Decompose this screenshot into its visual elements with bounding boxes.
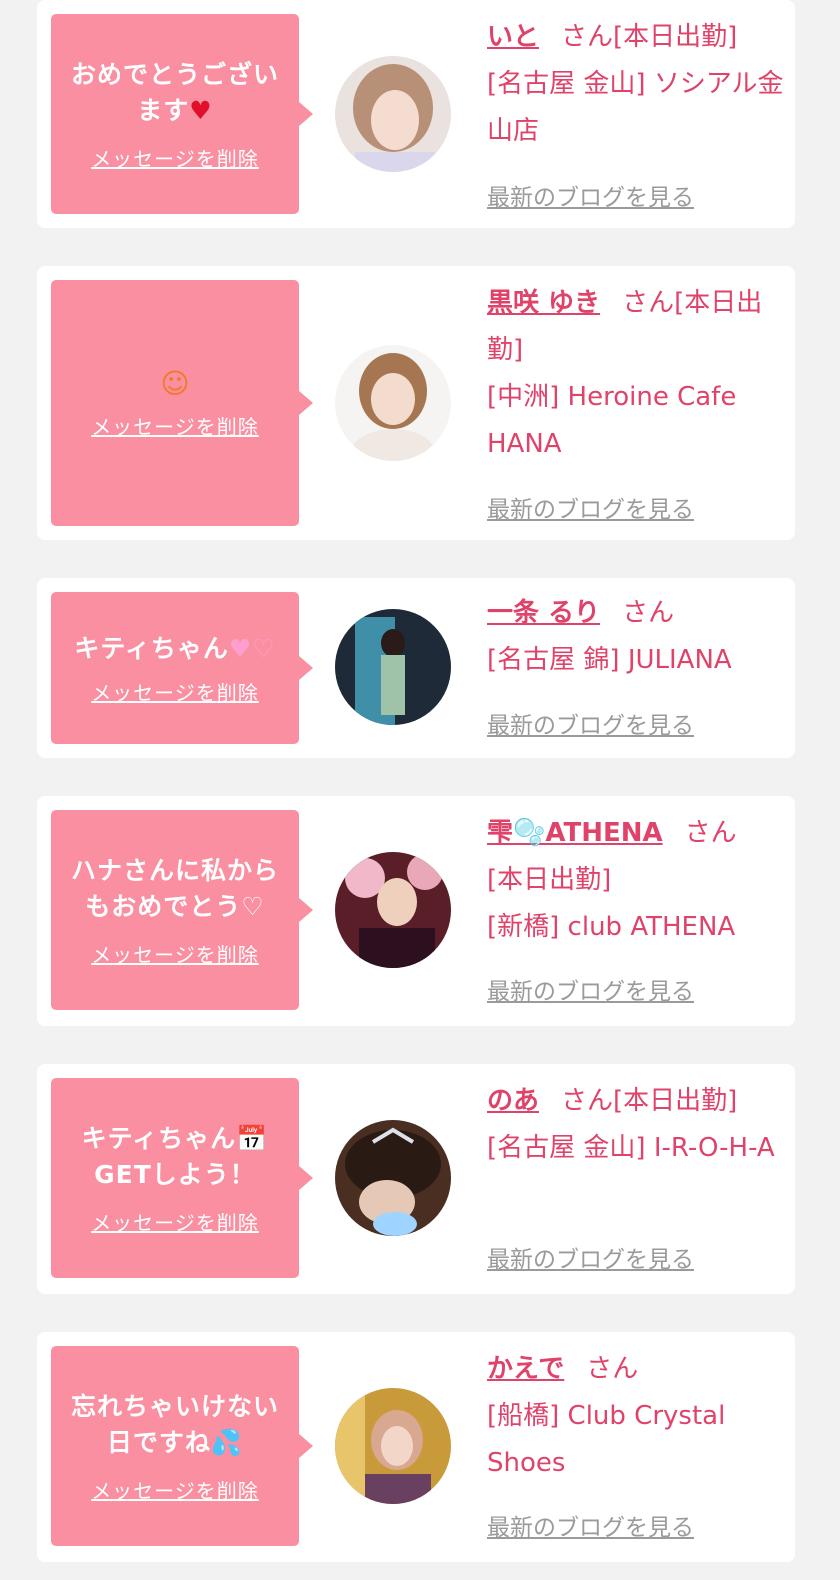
message-card: ☺ メッセージを削除 黒咲 ゆき さん[本日出勤] [中洲] Heroine Ca…	[37, 266, 795, 540]
latest-blog-link[interactable]: 最新のブログを見る	[487, 490, 694, 524]
cast-info: 黒咲 ゆき さん[本日出勤] [中洲] Heroine Cafe HANA	[487, 280, 787, 468]
heart-icon: ♥♡	[228, 633, 276, 663]
cast-info: 雫🫧ATHENA さん [本日出勤] [新橋] club ATHENA	[487, 810, 787, 951]
honorific: さん	[684, 818, 737, 848]
delete-message-link[interactable]: メッセージを削除	[91, 1475, 259, 1504]
message-bubble: キティちゃん♥♡ メッセージを削除	[51, 592, 313, 744]
latest-blog-link[interactable]: 最新のブログを見る	[487, 706, 694, 740]
delete-message-link[interactable]: メッセージを削除	[91, 1207, 259, 1236]
cast-name-link[interactable]: のあ	[487, 1086, 539, 1116]
status-text: [本日出勤]	[613, 1086, 738, 1116]
heart-icon: ♥	[189, 95, 213, 125]
delete-message-link[interactable]: メッセージを削除	[91, 411, 259, 440]
latest-blog-link[interactable]: 最新のブログを見る	[487, 1240, 694, 1274]
cast-name-link[interactable]: 雫🫧ATHENA	[487, 818, 663, 848]
honorific: さん	[622, 598, 675, 628]
latest-blog-link[interactable]: 最新のブログを見る	[487, 178, 694, 212]
message-text: おめでとうござい ます♥	[61, 57, 289, 129]
message-line: 忘れちゃいけない	[70, 1391, 279, 1421]
message-card: キティちゃん📅 GETしよう！ メッセージを削除 のあ さん[本日出勤] [名古屋…	[37, 1064, 795, 1294]
shop-text: [名古屋 金山] ソシアル金山店	[487, 69, 784, 146]
shop-text: [船橋] Club Crystal Shoes	[487, 1401, 726, 1478]
honorific: さん	[561, 22, 614, 52]
message-bubble: キティちゃん📅 GETしよう！ メッセージを削除	[51, 1078, 313, 1278]
latest-blog-link[interactable]: 最新のブログを見る	[487, 1508, 694, 1542]
latest-blog-link[interactable]: 最新のブログを見る	[487, 972, 694, 1006]
cast-info: かえで さん [船橋] Club Crystal Shoes	[487, 1346, 787, 1487]
shop-text: [名古屋 錦] JULIANA	[487, 645, 732, 675]
message-bubble: ☺ メッセージを削除	[51, 280, 313, 526]
avatar[interactable]	[335, 852, 451, 968]
cast-info: のあ さん[本日出勤] [名古屋 金山] I-R-O-H-A	[487, 1078, 787, 1172]
delete-message-link[interactable]: メッセージを削除	[91, 939, 259, 968]
message-line: ハナさんに私から	[70, 855, 279, 885]
message-line: おめでとうござい	[70, 59, 279, 89]
message-text: ハナさんに私から もおめでとう♡	[61, 853, 289, 925]
avatar[interactable]	[335, 56, 451, 172]
avatar[interactable]	[335, 609, 451, 725]
message-bubble: おめでとうござい ます♥ メッセージを削除	[51, 14, 313, 214]
shop-text: [中洲] Heroine Cafe HANA	[487, 382, 737, 459]
avatar[interactable]	[335, 1388, 451, 1504]
shop-text: [名古屋 金山] I-R-O-H-A	[487, 1133, 775, 1163]
honorific: さん	[561, 1086, 614, 1116]
cast-info: いと さん[本日出勤] [名古屋 金山] ソシアル金山店	[487, 14, 787, 155]
cast-name-link[interactable]: 黒咲 ゆき	[487, 288, 600, 318]
message-line: GETしよう！	[94, 1159, 256, 1189]
honorific: さん	[586, 1354, 639, 1384]
shop-text: [新橋] club ATHENA	[487, 912, 736, 942]
delete-message-link[interactable]: メッセージを削除	[91, 143, 259, 172]
smile-icon: ☺	[160, 366, 190, 400]
avatar[interactable]	[335, 345, 451, 461]
delete-message-link[interactable]: メッセージを削除	[91, 677, 259, 706]
message-line: もおめでとう♡	[85, 891, 265, 921]
message-text: 忘れちゃいけない 日ですね💦	[61, 1389, 289, 1461]
message-card: キティちゃん♥♡ メッセージを削除 一条 るり さん [名古屋 錦] JULIAN…	[37, 578, 795, 758]
cast-name-link[interactable]: かえで	[487, 1354, 564, 1384]
message-card: ハナさんに私から もおめでとう♡ メッセージを削除 雫🫧ATHENA さん [本日…	[37, 796, 795, 1026]
message-line: 日ですね💦	[106, 1427, 244, 1457]
status-text: [本日出勤]	[487, 865, 612, 895]
message-card: 忘れちゃいけない 日ですね💦 メッセージを削除 かえで さん [船橋] Club …	[37, 1332, 795, 1562]
avatar[interactable]	[335, 1120, 451, 1236]
message-line: キティちゃん📅	[81, 1123, 269, 1153]
message-line: ます♥	[137, 95, 213, 125]
cast-name-link[interactable]: 一条 るり	[487, 598, 600, 628]
message-bubble: 忘れちゃいけない 日ですね💦 メッセージを削除	[51, 1346, 313, 1546]
cast-info: 一条 るり さん [名古屋 錦] JULIANA	[487, 590, 787, 684]
status-text: [本日出勤]	[613, 22, 738, 52]
message-card: おめでとうござい ます♥ メッセージを削除 いと さん[本日出勤] [名古屋 金山…	[37, 0, 795, 228]
message-text: キティちゃん♥♡	[74, 633, 276, 663]
cast-name-link[interactable]: いと	[487, 22, 539, 52]
message-text: キティちゃん📅 GETしよう！	[72, 1121, 279, 1193]
message-bubble: ハナさんに私から もおめでとう♡ メッセージを削除	[51, 810, 313, 1010]
honorific: さん	[622, 288, 675, 318]
